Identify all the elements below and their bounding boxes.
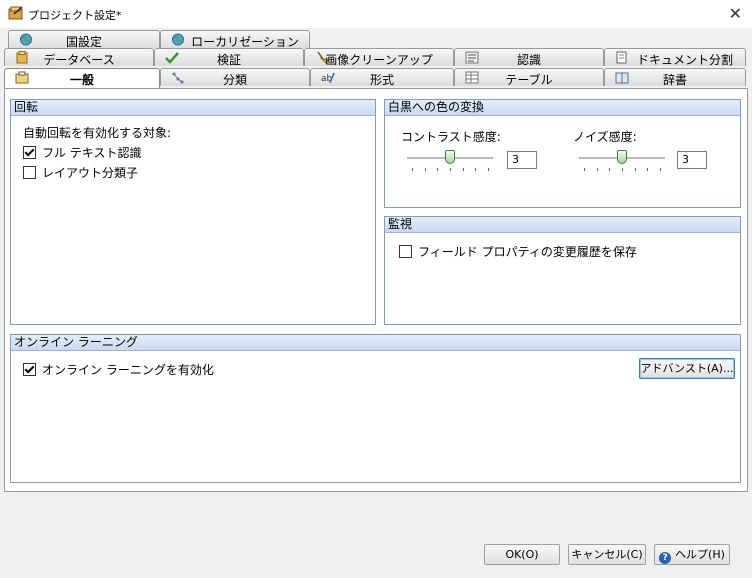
contrast-value-field[interactable]: 3 bbox=[507, 151, 537, 169]
slider-tick bbox=[412, 168, 413, 171]
advanced-button[interactable]: アドバンスト(A)... bbox=[639, 358, 735, 379]
help-label: ヘルプ(H) bbox=[675, 548, 725, 561]
save-history-checkbox[interactable] bbox=[399, 245, 412, 258]
tab-label: データベース bbox=[43, 53, 115, 67]
rotation-subtitle: 自動回転を有効化する対象: bbox=[23, 126, 172, 140]
contrast-slider[interactable] bbox=[407, 148, 493, 172]
dialog-footer: OK(O) キャンセル(C) ? ヘルプ(H) bbox=[0, 492, 752, 578]
slider-tick bbox=[597, 168, 598, 171]
tab-database[interactable]: データベース bbox=[4, 48, 154, 67]
save-history-option[interactable]: フィールド プロパティの変更履歴を保存 bbox=[399, 243, 637, 260]
tab-localization[interactable]: ローカリゼーション bbox=[160, 30, 310, 49]
online-learning-header: オンライン ラーニング bbox=[11, 335, 740, 351]
rotation-header: 回転 bbox=[11, 100, 375, 116]
contrast-slider-thumb[interactable] bbox=[445, 150, 455, 164]
binarization-header: 白黒への色の変換 bbox=[385, 100, 740, 116]
tab-document-split[interactable]: ドキュメント分割 bbox=[604, 48, 746, 67]
cancel-button[interactable]: キャンセル(C) bbox=[568, 544, 646, 565]
tab-label: テーブル bbox=[505, 73, 553, 87]
slider-tick bbox=[622, 168, 623, 171]
title-bar: プロジェクト設定* ✕ bbox=[0, 0, 752, 28]
window-title: プロジェクト設定* bbox=[28, 9, 122, 22]
monitoring-header: 監視 bbox=[385, 217, 740, 233]
slider-tick bbox=[609, 168, 610, 171]
fulltext-rotation-option[interactable]: フル テキスト認識 bbox=[23, 144, 141, 161]
tab-label: 辞書 bbox=[662, 73, 687, 87]
tab-label: 認識 bbox=[516, 53, 541, 67]
tab-verification[interactable]: 検証 bbox=[154, 48, 304, 67]
slider-tick bbox=[660, 168, 661, 171]
ok-button[interactable]: OK(O) bbox=[484, 544, 560, 565]
tab-general[interactable]: 一般 bbox=[4, 68, 160, 88]
online-learning-checkbox[interactable] bbox=[23, 363, 36, 376]
help-button[interactable]: ? ヘルプ(H) bbox=[654, 544, 730, 565]
tab-classification[interactable]: 分類 bbox=[160, 68, 310, 87]
slider-tick bbox=[488, 168, 489, 171]
contrast-label: コントラスト感度: bbox=[401, 130, 501, 144]
fulltext-label: フル テキスト認識 bbox=[42, 146, 142, 160]
tab-content-general: 回転 自動回転を有効化する対象: フル テキスト認識 レイアウト分類子 白黒への… bbox=[4, 88, 748, 492]
noise-value-field[interactable]: 3 bbox=[677, 151, 707, 169]
layout-classifier-checkbox[interactable] bbox=[23, 166, 36, 179]
slider-tick bbox=[425, 168, 426, 171]
tab-strip: 国設定 ローカリゼーション データベース 検証 画像クリーンアップ 認識 ドキュ… bbox=[0, 28, 752, 88]
slider-tick bbox=[647, 168, 648, 171]
layout-classifier-label: レイアウト分類子 bbox=[42, 166, 139, 180]
binarization-group: 白黒への色の変換 コントラスト感度: 3 ノイズ感度: 3 bbox=[384, 99, 741, 208]
noise-slider-thumb[interactable] bbox=[617, 150, 627, 164]
tab-format[interactable]: ab 形式 bbox=[310, 68, 454, 87]
app-icon bbox=[8, 6, 23, 20]
tab-label: 画像クリーンアップ bbox=[325, 53, 433, 67]
noise-label: ノイズ感度: bbox=[573, 130, 637, 144]
close-icon[interactable]: ✕ bbox=[729, 4, 742, 23]
slider-tick bbox=[450, 168, 451, 171]
online-learning-option[interactable]: オンライン ラーニングを有効化 bbox=[23, 361, 214, 378]
tab-label: 検証 bbox=[216, 53, 241, 67]
tab-country-settings[interactable]: 国設定 bbox=[8, 30, 160, 49]
slider-tick bbox=[584, 168, 585, 171]
tab-label: 分類 bbox=[222, 73, 247, 87]
tab-recognition[interactable]: 認識 bbox=[454, 48, 604, 67]
rotation-group: 回転 自動回転を有効化する対象: フル テキスト認識 レイアウト分類子 bbox=[10, 99, 376, 325]
tab-label: ドキュメント分割 bbox=[636, 53, 733, 67]
online-learning-group: オンライン ラーニング オンライン ラーニングを有効化 アドバンスト(A)... bbox=[10, 334, 741, 483]
save-history-label: フィールド プロパティの変更履歴を保存 bbox=[418, 245, 637, 259]
layout-rotation-option[interactable]: レイアウト分類子 bbox=[23, 164, 138, 181]
slider-tick bbox=[463, 168, 464, 171]
tab-label: 一般 bbox=[69, 73, 94, 87]
tab-table[interactable]: テーブル bbox=[454, 68, 604, 87]
tab-label: 形式 bbox=[369, 73, 394, 87]
tab-dictionary[interactable]: 辞書 bbox=[604, 68, 746, 87]
slider-tick bbox=[437, 168, 438, 171]
monitoring-group: 監視 フィールド プロパティの変更履歴を保存 bbox=[384, 216, 741, 325]
online-learning-label: オンライン ラーニングを有効化 bbox=[42, 363, 214, 377]
help-icon: ? bbox=[659, 552, 672, 564]
noise-slider[interactable] bbox=[579, 148, 665, 172]
fulltext-checkbox[interactable] bbox=[23, 146, 36, 159]
tab-image-cleanup[interactable]: 画像クリーンアップ bbox=[304, 48, 454, 67]
slider-tick bbox=[475, 168, 476, 171]
slider-tick bbox=[635, 168, 636, 171]
